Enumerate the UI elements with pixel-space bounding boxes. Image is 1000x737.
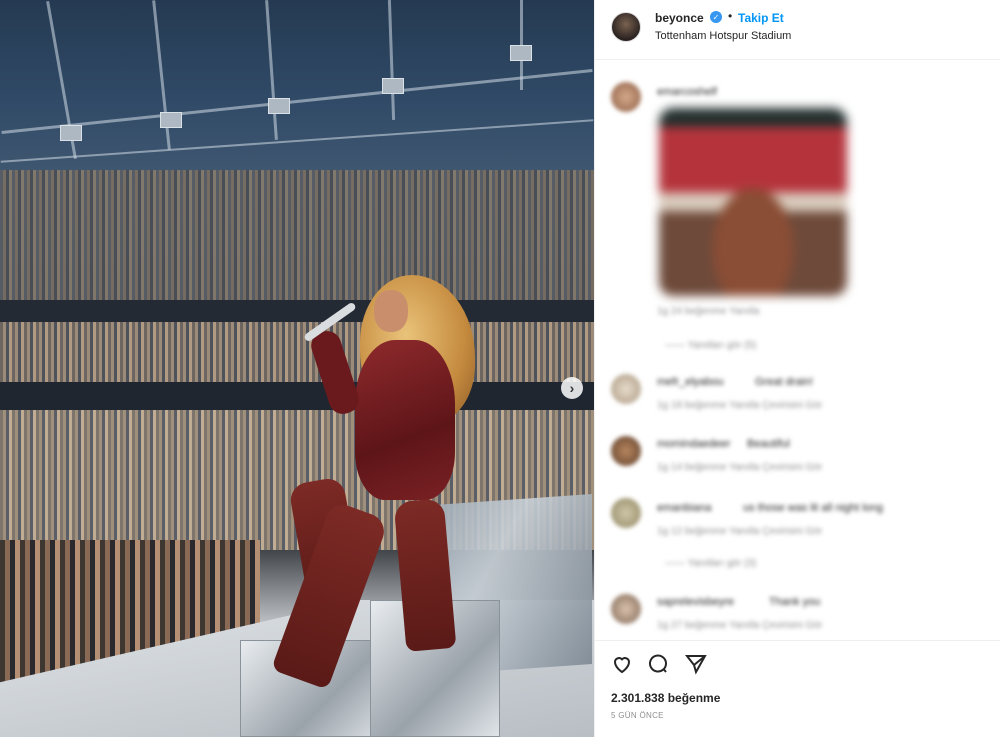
avatar[interactable] bbox=[611, 594, 641, 624]
separator-dot: • bbox=[728, 9, 733, 23]
post-side-panel: beyonce ✓ • Takip Et Tottenham Hotspur S… bbox=[594, 0, 1000, 737]
stadium-light bbox=[382, 78, 404, 94]
comment-meta: 1g 12 beğenme Yanıtla Çevirisini Gör bbox=[657, 526, 823, 537]
view-replies-link[interactable]: —— Yanıtları gör (5) bbox=[665, 340, 756, 351]
performer-face bbox=[374, 290, 408, 332]
comment-text: Great drain! bbox=[755, 376, 814, 388]
comment-username[interactable]: momindaedeer bbox=[657, 438, 730, 450]
stand-divider bbox=[0, 300, 594, 322]
post-timestamp: 5 GÜN ÖNCE bbox=[611, 711, 664, 720]
post-actions: 2.301.838 beğenme 5 GÜN ÖNCE bbox=[595, 640, 1000, 737]
comment-meta: 1g 27 beğenme Yanıtla Çevirisini Gör bbox=[657, 620, 823, 631]
upper-stand-crowd bbox=[0, 170, 594, 300]
comment-bubble-icon bbox=[649, 654, 668, 673]
username[interactable]: beyonce bbox=[655, 11, 704, 25]
location-link[interactable]: Tottenham Hotspur Stadium bbox=[655, 30, 791, 42]
post-header: beyonce ✓ • Takip Et Tottenham Hotspur S… bbox=[595, 0, 1000, 60]
view-replies-link[interactable]: —— Yanıtları gör (3) bbox=[665, 558, 756, 569]
comment-username[interactable]: emanbiana bbox=[657, 502, 711, 514]
comment-username[interactable]: mefr_elyabou bbox=[657, 376, 724, 388]
stadium-light bbox=[510, 45, 532, 61]
comment-text: us those was lit all night long bbox=[743, 502, 884, 514]
avatar[interactable] bbox=[611, 12, 641, 42]
comment-button[interactable] bbox=[645, 651, 671, 677]
comment-meta: 1g 18 beğenme Yanıtla Çevirisini Gör bbox=[657, 400, 823, 411]
avatar[interactable] bbox=[611, 498, 641, 528]
follow-button[interactable]: Takip Et bbox=[738, 11, 784, 25]
comment-username[interactable]: emarcoshelf bbox=[657, 86, 717, 98]
paper-plane-icon bbox=[684, 655, 707, 675]
comment-meta: 1g 24 beğenme Yanıtla bbox=[657, 306, 760, 317]
avatar[interactable] bbox=[611, 374, 641, 404]
stadium-light bbox=[268, 98, 290, 114]
stadium-light bbox=[160, 112, 182, 128]
comment-text: Thank you bbox=[769, 596, 821, 608]
like-button[interactable] bbox=[609, 651, 635, 677]
comment-gif bbox=[659, 108, 847, 296]
heart-icon bbox=[613, 657, 631, 674]
comment-text: Beautiful bbox=[747, 438, 790, 450]
verified-check: ✓ bbox=[712, 12, 720, 22]
middle-stand-crowd bbox=[0, 322, 594, 382]
stadium-roof bbox=[0, 0, 594, 170]
stadium-light bbox=[60, 125, 82, 141]
post-photo: › bbox=[0, 0, 594, 737]
next-photo-button[interactable]: › bbox=[561, 377, 583, 399]
verified-badge-icon: ✓ bbox=[710, 11, 722, 23]
comment-username[interactable]: saprelevisbeyre bbox=[657, 596, 734, 608]
avatar[interactable] bbox=[611, 436, 641, 466]
share-button[interactable] bbox=[683, 651, 709, 677]
performer-dress bbox=[355, 340, 455, 500]
chevron-right-icon: › bbox=[569, 380, 575, 396]
comments-list[interactable]: emarcoshelf 1g 24 beğenme Yanıtla —— Yan… bbox=[595, 60, 1000, 640]
like-count[interactable]: 2.301.838 beğenme bbox=[611, 691, 720, 705]
stand-divider bbox=[0, 382, 594, 410]
comment-meta: 1g 14 beğenme Yanıtla Çevirisini Gör bbox=[657, 462, 823, 473]
avatar[interactable] bbox=[611, 82, 641, 112]
